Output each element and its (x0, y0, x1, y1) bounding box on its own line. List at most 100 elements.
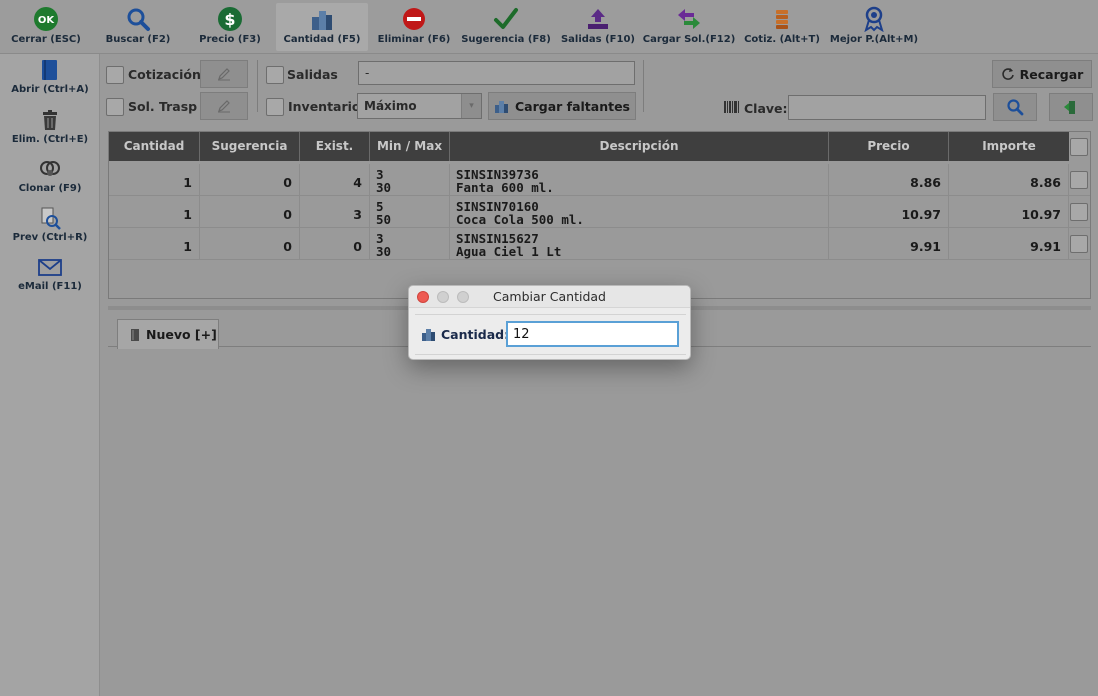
clave-input[interactable] (788, 95, 986, 120)
cell-importe: 10.97 (949, 196, 1069, 228)
award-ribbon-icon (864, 6, 884, 32)
col-header-min-max[interactable]: Min / Max (370, 132, 450, 161)
cell-precio: 8.86 (829, 164, 949, 196)
quantity-button[interactable]: Cantidad (F5) (276, 3, 368, 51)
inventario-label: Inventario (288, 99, 361, 114)
change-quantity-dialog: Cambiar Cantidad Cantidad: (408, 285, 691, 360)
price-button[interactable]: $ Precio (F3) (194, 3, 266, 51)
cell-nombre: Fanta 600 ml. (456, 180, 554, 195)
load-missing-button[interactable]: Cargar faltantes (488, 92, 636, 120)
search-icon (127, 8, 150, 31)
inventario-select[interactable]: Máximo ▾ (357, 93, 482, 119)
tab-nuevo[interactable]: Nuevo [+] (117, 319, 219, 349)
table-row[interactable]: 1 0 3 5 50 SINSIN70160 Coca Cola 500 ml.… (109, 196, 1090, 228)
cell-descripcion: SINSIN70160 Coca Cola 500 ml. (450, 196, 829, 228)
dialog-title: Cambiar Cantidad (493, 289, 606, 304)
close-button[interactable]: OK Cerrar (ESC) (10, 3, 82, 51)
delete-document-button[interactable]: Elim. (Ctrl+E) (0, 108, 100, 145)
best-price-button[interactable]: Mejor P.(Alt+M) (830, 3, 918, 51)
quantity-label: Cantidad: (441, 327, 510, 342)
tab-nuevo-label: Nuevo [+] (146, 327, 217, 342)
cell-min-max: 3 30 (370, 228, 450, 260)
reload-button[interactable]: Recargar (992, 60, 1092, 88)
clone-button-label: Clonar (F9) (18, 183, 82, 194)
cubes-icon (422, 329, 435, 341)
cell-descripcion: SINSIN39736 Fanta 600 ml. (450, 164, 829, 196)
row-checkbox[interactable] (1070, 235, 1088, 253)
select-all-checkbox[interactable] (1070, 138, 1088, 156)
salidas-field[interactable]: - (358, 61, 635, 85)
open-book-icon (42, 60, 57, 80)
email-button[interactable]: eMail (F11) (0, 255, 100, 292)
ok-icon: OK (34, 7, 58, 31)
table-header: Cantidad Sugerencia Exist. Min / Max Des… (109, 132, 1069, 161)
quantity-input[interactable] (506, 321, 679, 347)
col-header-importe[interactable]: Importe (949, 132, 1069, 161)
row-checkbox[interactable] (1070, 171, 1088, 189)
cotizacion-checkbox[interactable] (106, 66, 124, 84)
col-header-cantidad[interactable]: Cantidad (109, 132, 200, 161)
quantity-button-label: Cantidad (F5) (283, 34, 361, 45)
preview-icon (41, 207, 61, 230)
outputs-button-label: Salidas (F10) (560, 34, 636, 45)
open-button[interactable]: Abrir (Ctrl+A) (0, 58, 100, 95)
exchange-arrows-icon (678, 9, 700, 29)
window-zoom-button[interactable] (457, 291, 469, 303)
suggestion-button[interactable]: Sugerencia (F8) (461, 3, 551, 51)
window-close-button[interactable] (417, 291, 429, 303)
sol-trasp-edit-button[interactable] (200, 92, 248, 120)
cotizacion-edit-button[interactable] (200, 60, 248, 88)
col-header-sugerencia[interactable]: Sugerencia (200, 132, 300, 161)
cell-cantidad[interactable]: 1 (109, 228, 200, 260)
quote-button-label: Cotiz. (Alt+T) (744, 34, 820, 45)
col-header-precio[interactable]: Precio (829, 132, 949, 161)
load-request-button[interactable]: Cargar Sol.(F12) (642, 3, 736, 51)
search-icon (1007, 99, 1024, 116)
outputs-button[interactable]: Salidas (F10) (560, 3, 636, 51)
row-checkbox[interactable] (1070, 203, 1088, 221)
cell-exist: 3 (300, 196, 370, 228)
inventario-select-value: Máximo (364, 99, 417, 113)
delete-button[interactable]: Eliminar (F6) (376, 3, 452, 51)
preview-button-label: Prev (Ctrl+R) (12, 232, 88, 243)
cubes-icon (312, 11, 332, 30)
inventario-checkbox[interactable] (266, 98, 284, 116)
add-product-icon (1064, 101, 1075, 114)
price-button-label: Precio (F3) (199, 34, 261, 45)
cotizacion-label: Cotización (128, 67, 201, 82)
cell-precio: 10.97 (829, 196, 949, 228)
main-toolbar: OK Cerrar (ESC) Buscar (F2) $ Precio (F3… (0, 0, 1098, 54)
sol-trasp-checkbox[interactable] (106, 98, 124, 116)
trash-icon (43, 110, 57, 130)
cell-precio: 9.91 (829, 228, 949, 260)
load-missing-button-label: Cargar faltantes (514, 98, 631, 114)
cell-sugerencia: 0 (200, 164, 300, 196)
add-item-button[interactable] (1049, 93, 1093, 121)
salidas-label: Salidas (287, 67, 338, 82)
cell-max: 30 (376, 180, 392, 195)
col-header-descripcion[interactable]: Descripción (450, 132, 829, 161)
sol-trasp-label: Sol. Trasp (128, 99, 198, 114)
pencil-icon (218, 100, 230, 113)
reload-button-label: Recargar (1019, 66, 1084, 82)
clave-search-button[interactable] (993, 93, 1037, 121)
search-button[interactable]: Buscar (F2) (102, 3, 174, 51)
delete-document-button-label: Elim. (Ctrl+E) (11, 134, 89, 145)
clone-button[interactable]: Clonar (F9) (0, 157, 100, 194)
refresh-icon (1001, 68, 1014, 80)
cell-exist: 4 (300, 164, 370, 196)
table-row[interactable]: 1 0 4 3 30 SINSIN39736 Fanta 600 ml. 8.8… (109, 164, 1090, 196)
table-row[interactable]: 1 0 0 3 30 SINSIN15627 Agua Ciel 1 Lt 9.… (109, 228, 1090, 260)
cell-cantidad[interactable]: 1 (109, 164, 200, 196)
col-header-exist[interactable]: Exist. (300, 132, 370, 161)
checkmark-icon (494, 8, 518, 29)
cell-cantidad[interactable]: 1 (109, 196, 200, 228)
pencil-icon (218, 68, 230, 81)
coins-stack-icon (776, 10, 788, 29)
load-request-button-label: Cargar Sol.(F12) (642, 34, 736, 45)
preview-button[interactable]: Prev (Ctrl+R) (0, 206, 100, 243)
salidas-checkbox[interactable] (266, 66, 284, 84)
window-minimize-button[interactable] (437, 291, 449, 303)
upload-tray-icon (588, 9, 608, 29)
quote-button[interactable]: Cotiz. (Alt+T) (744, 3, 820, 51)
